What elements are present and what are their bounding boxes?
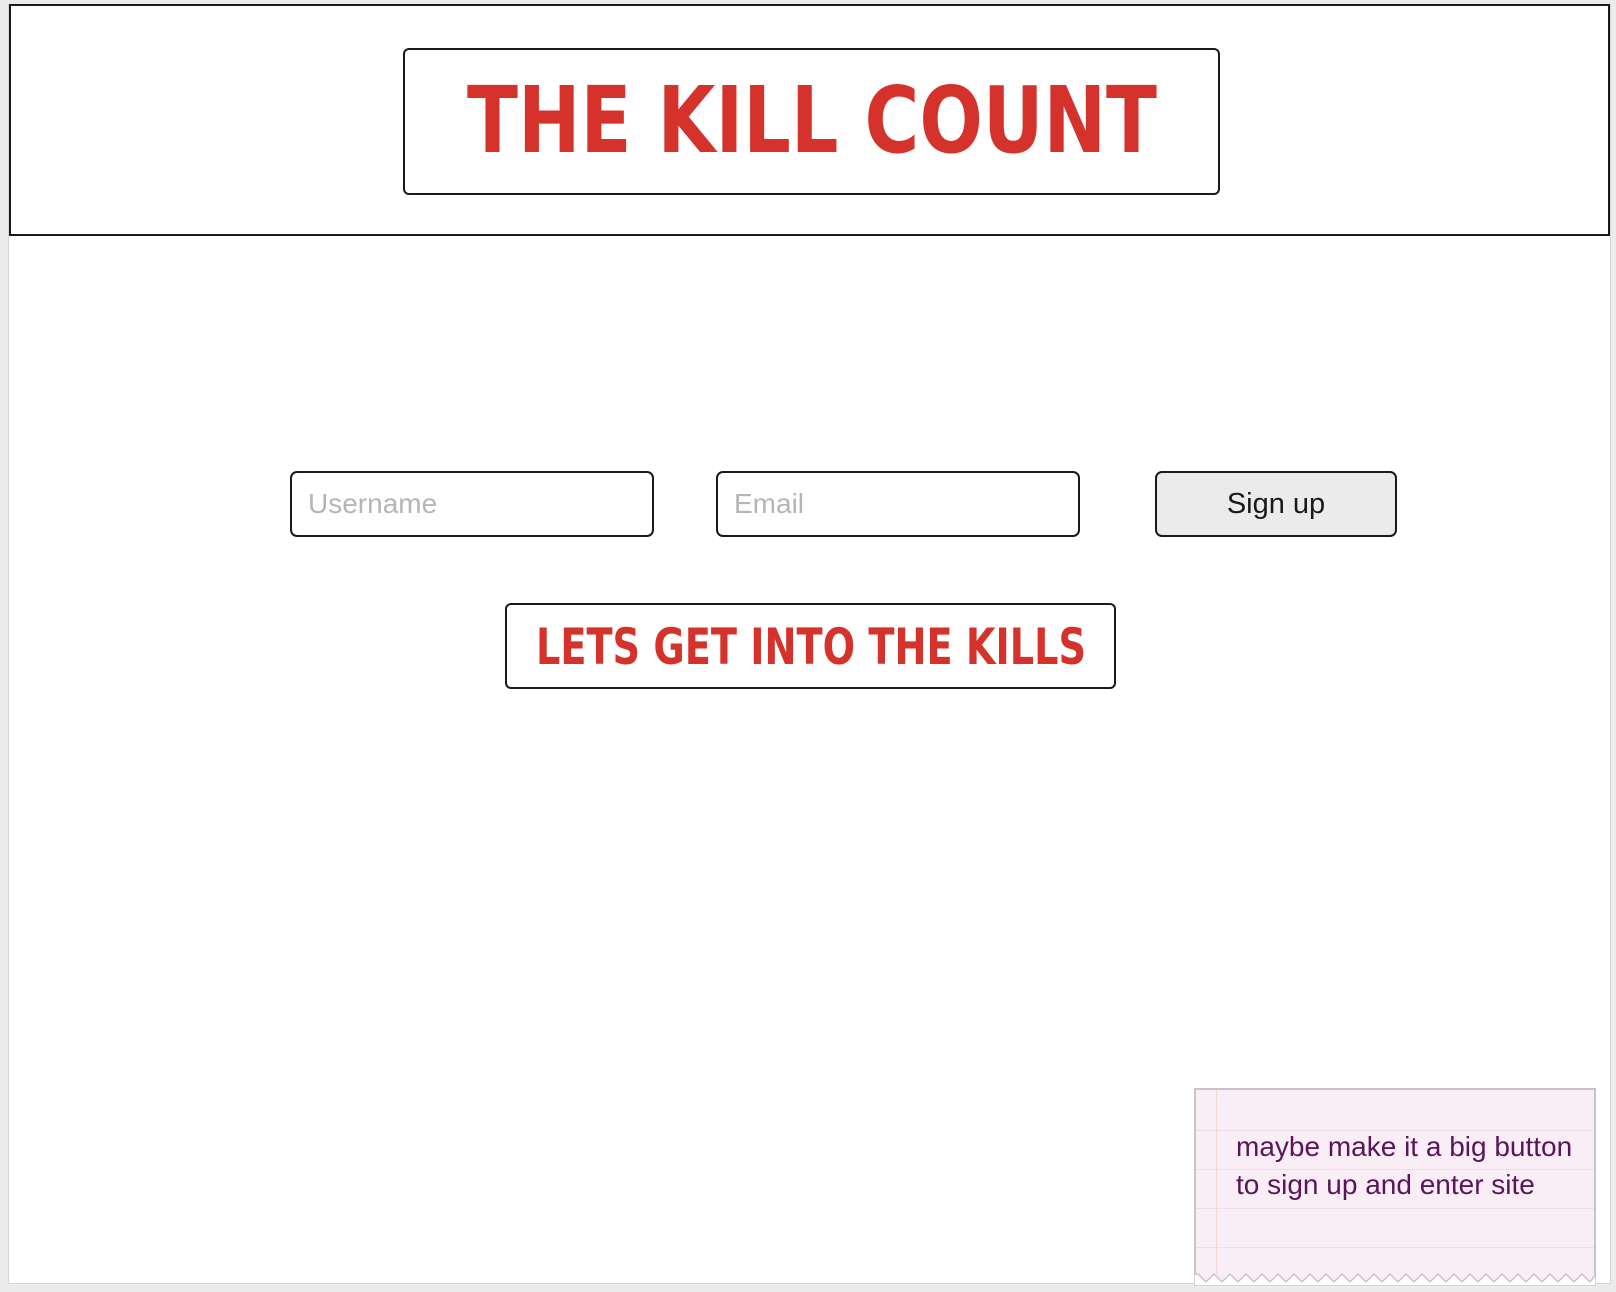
enter-site-button-graphic: LETS GET INTO THE KILLS xyxy=(536,618,1086,676)
username-input[interactable] xyxy=(290,471,654,537)
email-input[interactable] xyxy=(716,471,1080,537)
enter-site-button[interactable]: LETS GET INTO THE KILLS xyxy=(505,603,1116,689)
sticky-note-margin-line xyxy=(1216,1090,1217,1274)
logo-box: THE KILL COUNT xyxy=(403,48,1220,195)
enter-site-button-label: LETS GET INTO THE KILLS xyxy=(536,618,1086,676)
sticky-note-torn-edge xyxy=(1194,1272,1596,1286)
site-header: THE KILL COUNT xyxy=(9,4,1610,236)
site-logo-text: THE KILL COUNT xyxy=(467,67,1157,174)
signup-button[interactable]: Sign up xyxy=(1155,471,1397,537)
site-logo: THE KILL COUNT xyxy=(467,67,1157,174)
sticky-note: maybe make it a big button to sign up an… xyxy=(1194,1088,1596,1286)
sticky-note-text: maybe make it a big button to sign up an… xyxy=(1236,1131,1573,1200)
wireframe-canvas: THE KILL COUNT Sign up LETS GET INTO THE… xyxy=(8,4,1611,1286)
